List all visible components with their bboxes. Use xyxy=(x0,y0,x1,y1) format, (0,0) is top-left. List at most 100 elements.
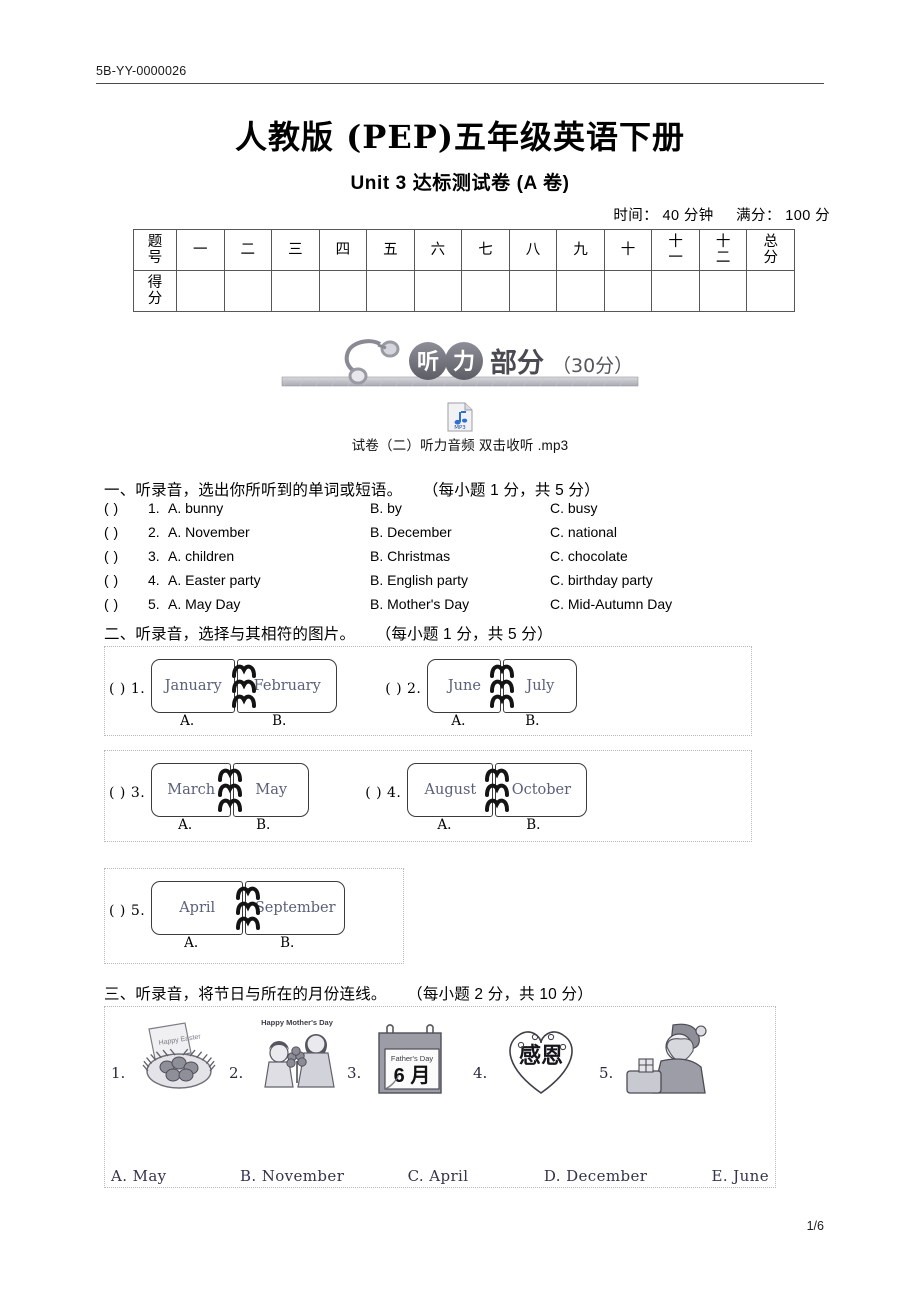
score-table-column-header-line: 五 xyxy=(383,241,398,258)
score-table-row-label-line: 得 xyxy=(147,274,163,291)
option-a[interactable]: A. May Day xyxy=(168,596,370,612)
mp3-file-icon[interactable]: MP3 xyxy=(447,402,473,432)
svg-text:Father's Day: Father's Day xyxy=(391,1054,434,1063)
score-table-score-cell[interactable] xyxy=(746,270,795,312)
calendar-option-pair: August October A. B. xyxy=(401,763,588,833)
calendar-month-option-a[interactable]: January xyxy=(151,659,236,713)
option-b[interactable]: B. December xyxy=(370,524,550,540)
option-b[interactable]: B. Mother's Day xyxy=(370,596,550,612)
score-table-score-cell[interactable] xyxy=(698,270,748,312)
holiday-picture-item[interactable]: 5. xyxy=(597,1015,723,1101)
thanksgiving-heart-icon: 感恩 xyxy=(509,1031,574,1094)
answer-bracket[interactable]: ( ) xyxy=(104,500,148,516)
score-table-score-cell[interactable] xyxy=(556,270,605,312)
score-table-column-header-line: 十 xyxy=(668,233,683,250)
holiday-picture-item[interactable]: 2. Happy Mother's Day xyxy=(227,1015,345,1101)
month-option[interactable]: B. November xyxy=(240,1167,408,1185)
option-a[interactable]: A. children xyxy=(168,548,370,564)
score-table-column-header: 四 xyxy=(318,229,368,271)
score-table-column-header: 三 xyxy=(271,229,320,271)
calendar-month-option-b[interactable]: February xyxy=(237,659,338,713)
calendar-month-option-b[interactable]: October xyxy=(495,763,588,817)
answer-bracket[interactable]: ( ) xyxy=(104,596,148,612)
exam-page: 5B-YY-0000026 人教版 (PEP)五年级英语下册 Unit 3 达标… xyxy=(0,0,920,1303)
answer-bracket[interactable]: ( ) xyxy=(104,548,148,564)
question-number: 5. xyxy=(148,596,160,612)
score-table-column-header: 十一 xyxy=(651,229,700,271)
answer-bracket[interactable]: ( ) 1. xyxy=(109,659,145,697)
option-b[interactable]: B. Christmas xyxy=(370,548,550,564)
score-table-column-header: 九 xyxy=(556,229,605,271)
option-label-a: A. xyxy=(180,713,195,729)
document-code: 5B-YY-0000026 xyxy=(96,64,187,78)
answer-bracket[interactable]: ( ) xyxy=(104,524,148,540)
option-b[interactable]: B. by xyxy=(370,500,550,516)
month-option[interactable]: D. December xyxy=(544,1167,712,1185)
holiday-clipart: Happy Mother's Day xyxy=(247,1015,347,1101)
score-table-score-cell[interactable] xyxy=(366,270,415,312)
calendar-month-option-b[interactable]: September xyxy=(245,881,346,935)
option-c[interactable]: C. Mid-Autumn Day xyxy=(550,596,672,612)
option-label-a: A. xyxy=(451,713,466,729)
holiday-picture-number: 3. xyxy=(347,1064,362,1082)
score-table-score-cell[interactable] xyxy=(223,270,273,312)
audio-attachment[interactable]: MP3 试卷（二）听力音频 双击收听 .mp3 xyxy=(0,402,920,454)
spiral-calendar-image: April September xyxy=(151,881,346,935)
calendar-month-option-b[interactable]: July xyxy=(503,659,578,713)
santa-claus-icon xyxy=(626,1023,707,1094)
month-option[interactable]: E. June xyxy=(712,1167,770,1185)
score-table-score-cell[interactable] xyxy=(318,270,368,312)
score-table-row-label-line: 题 xyxy=(147,233,163,250)
holiday-clipart: 感恩 xyxy=(491,1015,591,1101)
page-subtitle: Unit 3 达标测试卷 (A 卷) xyxy=(350,173,570,194)
score-table-score-cell[interactable] xyxy=(603,270,653,312)
score-table-column-header-line: 十 xyxy=(715,233,731,250)
score-table-column-header-line: 六 xyxy=(430,241,446,258)
answer-bracket[interactable]: ( ) 4. xyxy=(365,763,401,801)
option-label-b: B. xyxy=(526,817,541,833)
option-label-a: A. xyxy=(178,817,193,833)
option-b[interactable]: B. English party xyxy=(370,572,550,588)
picture-question-group: ( ) 1. January February A. B.( ) 2. June July A… xyxy=(104,646,752,736)
score-table-column-header: 一 xyxy=(176,229,225,271)
picture-choice-question: ( ) 1. January February A. B. xyxy=(109,647,338,729)
holiday-picture-number: 4. xyxy=(473,1064,488,1082)
score-table-column-header-line: 九 xyxy=(573,241,588,258)
picture-choice-question: ( ) 5. April September A. B. xyxy=(109,869,346,951)
holiday-picture-item[interactable]: 4. 感恩 xyxy=(471,1015,597,1101)
answer-bracket[interactable]: ( ) 3. xyxy=(109,763,145,801)
score-table-column-header-line: 一 xyxy=(193,241,208,258)
calendar-month-option-a[interactable]: June xyxy=(427,659,502,713)
answer-bracket[interactable]: ( ) 5. xyxy=(109,881,145,919)
option-a[interactable]: A. November xyxy=(168,524,370,540)
score-table-score-cell[interactable] xyxy=(176,270,225,312)
section-2-title: 二、听录音，选择与其相符的图片。 xyxy=(104,626,356,643)
score-table-row: 得分 xyxy=(133,270,795,312)
calendar-month-option-a[interactable]: April xyxy=(151,881,244,935)
score-table-score-cell[interactable] xyxy=(271,270,320,312)
calendar-month-option-a[interactable]: August xyxy=(407,763,494,817)
month-option[interactable]: A. May xyxy=(111,1167,240,1185)
calendar-month-option-a[interactable]: March xyxy=(151,763,232,817)
score-table-score-cell[interactable] xyxy=(651,270,700,312)
calendar-month-option-b[interactable]: May xyxy=(233,763,310,817)
listening-word-question-row: ( ) 2. A. November B. December C. national xyxy=(104,524,864,548)
option-c[interactable]: C. chocolate xyxy=(550,548,628,564)
option-a[interactable]: A. Easter party xyxy=(168,572,370,588)
option-a[interactable]: A. bunny xyxy=(168,500,370,516)
option-c[interactable]: C. national xyxy=(550,524,617,540)
holiday-picture-item[interactable]: 1. Happy Easter xyxy=(109,1015,227,1101)
score-table-score-cell[interactable] xyxy=(508,270,558,312)
answer-bracket[interactable]: ( ) 2. xyxy=(385,659,421,697)
exam-full-score: 满分： 100 分 xyxy=(736,208,830,224)
option-c[interactable]: C. busy xyxy=(550,500,597,516)
option-label-b: B. xyxy=(256,817,271,833)
question-number: 3. xyxy=(148,548,160,564)
holiday-picture-item[interactable]: 3. Father's Day 6 月 xyxy=(345,1015,471,1101)
section-1-question-list: ( ) 1. A. bunny B. by C. busy( ) 2. A. Novembe… xyxy=(104,500,864,620)
score-table-score-cell[interactable] xyxy=(413,270,463,312)
month-option[interactable]: C. April xyxy=(408,1167,544,1185)
answer-bracket[interactable]: ( ) xyxy=(104,572,148,588)
option-c[interactable]: C. birthday party xyxy=(550,572,653,588)
score-table-score-cell[interactable] xyxy=(461,270,510,312)
